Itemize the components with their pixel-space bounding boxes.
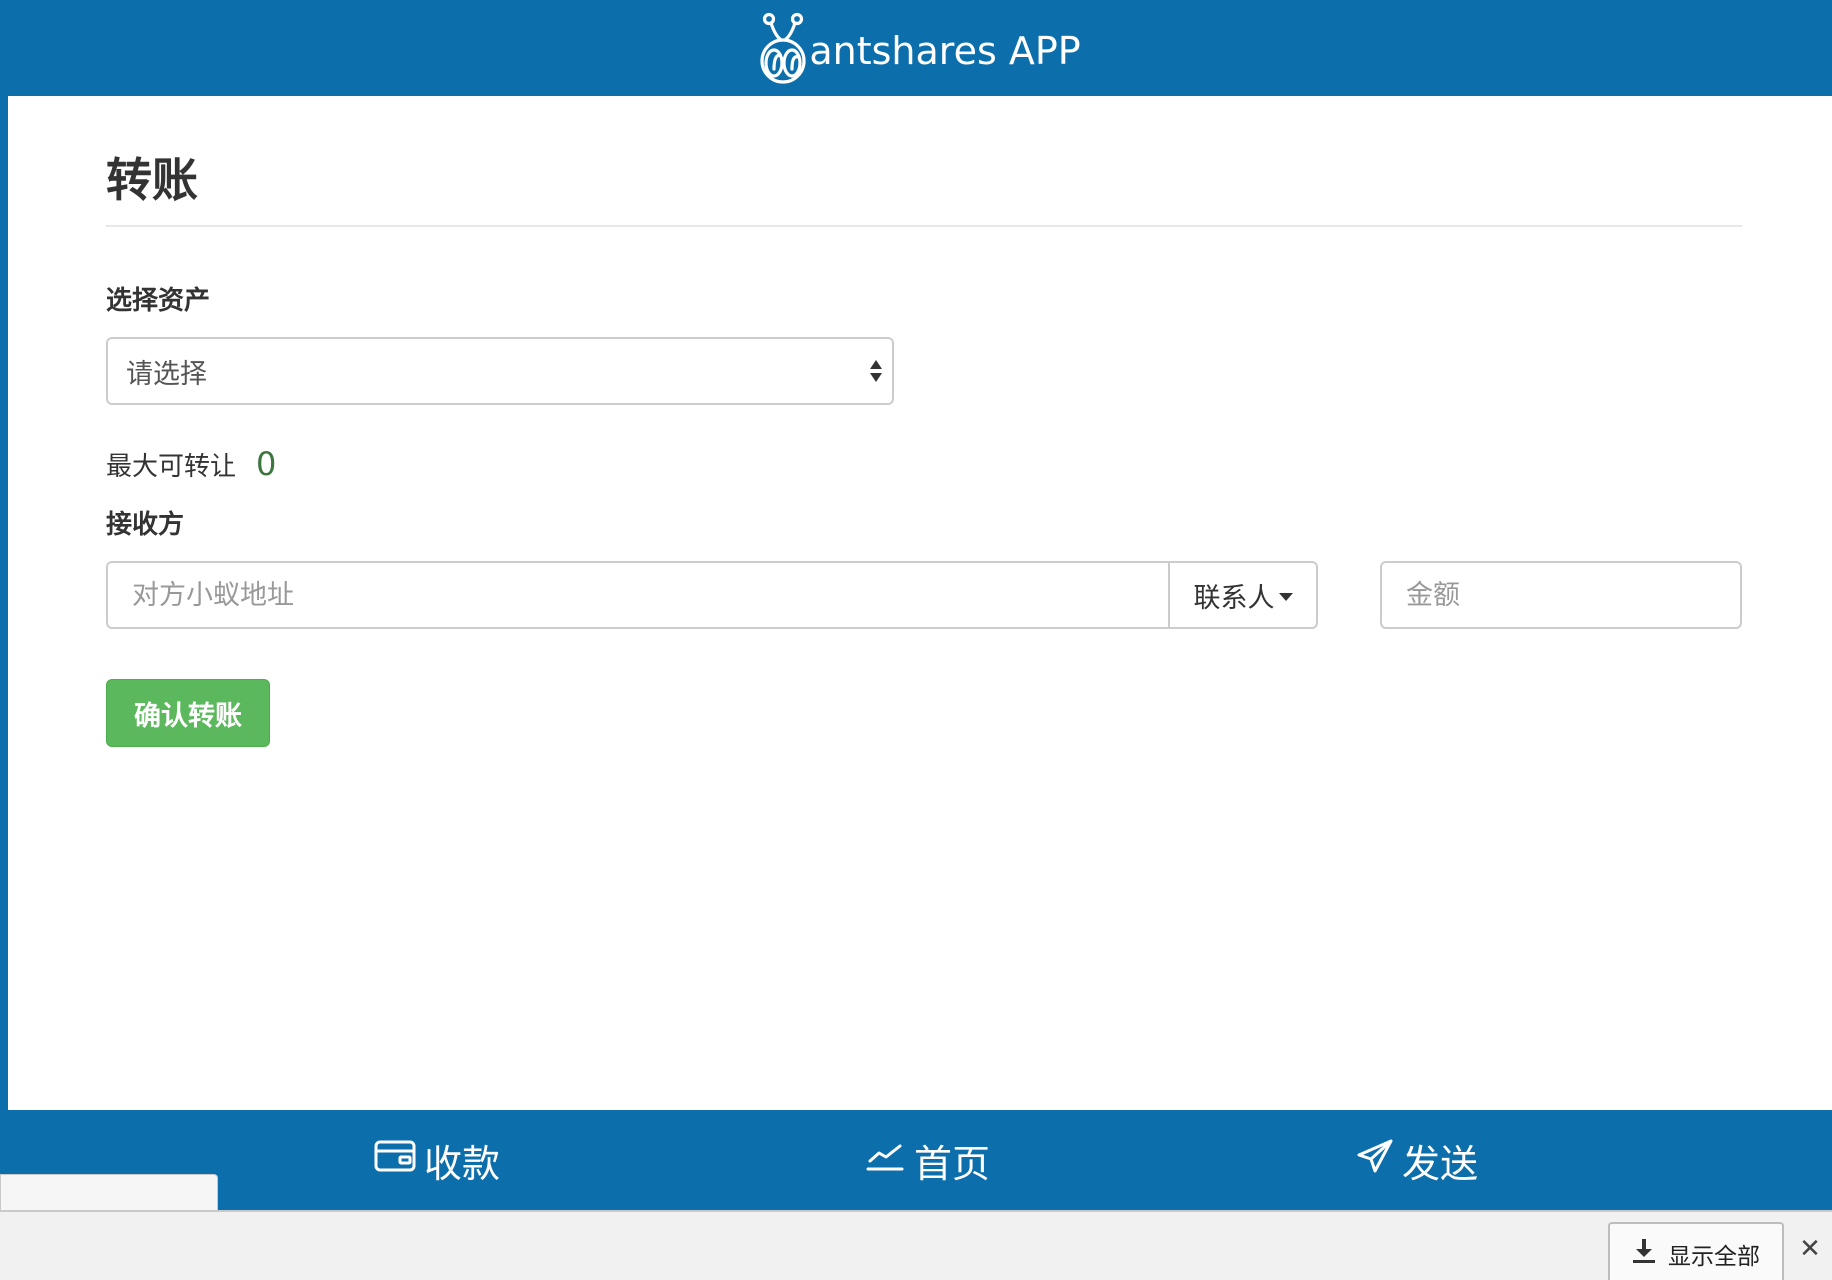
asset-label: 选择资产 xyxy=(106,286,211,316)
contacts-dropdown-button[interactable]: 联系人 xyxy=(1168,561,1318,629)
select-arrows-icon xyxy=(870,360,882,382)
app-header: antshares APP xyxy=(8,0,1832,96)
max-transfer-row: 最大可转让 0 xyxy=(106,445,1742,485)
wallet-icon xyxy=(374,1138,424,1182)
max-transfer-label: 最大可转让 xyxy=(106,452,237,482)
address-input-group: 联系人 xyxy=(106,561,1318,629)
address-input[interactable] xyxy=(106,561,1168,629)
download-bar: 显示全部 ✕ xyxy=(0,1210,1832,1280)
nav-send-label: 发送 xyxy=(1402,1141,1479,1186)
chart-line-icon xyxy=(866,1138,914,1182)
max-transfer-value: 0 xyxy=(256,445,277,483)
nav-item-send[interactable]: 发送 xyxy=(1356,1110,1478,1210)
show-all-label: 显示全部 xyxy=(1668,1244,1760,1270)
confirm-transfer-button[interactable]: 确认转账 xyxy=(106,679,270,747)
left-edge-bar xyxy=(0,0,8,1210)
brand: antshares APP xyxy=(759,11,1081,85)
nav-home-label: 首页 xyxy=(914,1141,991,1186)
nav-receive-label: 收款 xyxy=(424,1141,501,1186)
paper-plane-icon xyxy=(1356,1138,1402,1183)
transfer-form: 转账 选择资产 请选择 最大可转让 0 接收方 联系人 确认转账 xyxy=(106,96,1742,747)
recipient-label: 接收方 xyxy=(106,510,185,540)
show-all-downloads-button[interactable]: 显示全部 xyxy=(1608,1222,1784,1280)
download-icon xyxy=(1632,1238,1668,1270)
amount-input[interactable] xyxy=(1380,561,1742,629)
contacts-label: 联系人 xyxy=(1193,582,1275,614)
asset-select-value: 请选择 xyxy=(126,358,207,390)
caret-down-icon xyxy=(1278,593,1293,601)
nav-item-receive[interactable]: 收款 xyxy=(374,1110,500,1210)
nav-item-home[interactable]: 首页 xyxy=(866,1110,990,1210)
app-viewport: antshares APP 转账 选择资产 请选择 最大可转让 0 接收方 联系… xyxy=(0,0,1832,1280)
brand-name: antshares APP xyxy=(809,29,1081,73)
recipient-row: 联系人 xyxy=(106,561,1742,629)
page-title: 转账 xyxy=(106,96,1742,227)
ant-logo-icon xyxy=(759,11,807,85)
asset-select[interactable]: 请选择 xyxy=(106,337,894,405)
close-icon[interactable]: ✕ xyxy=(1798,1232,1822,1266)
bottom-nav: 收款 首页 发送 xyxy=(8,1110,1832,1210)
browser-tab-stub xyxy=(0,1174,218,1212)
